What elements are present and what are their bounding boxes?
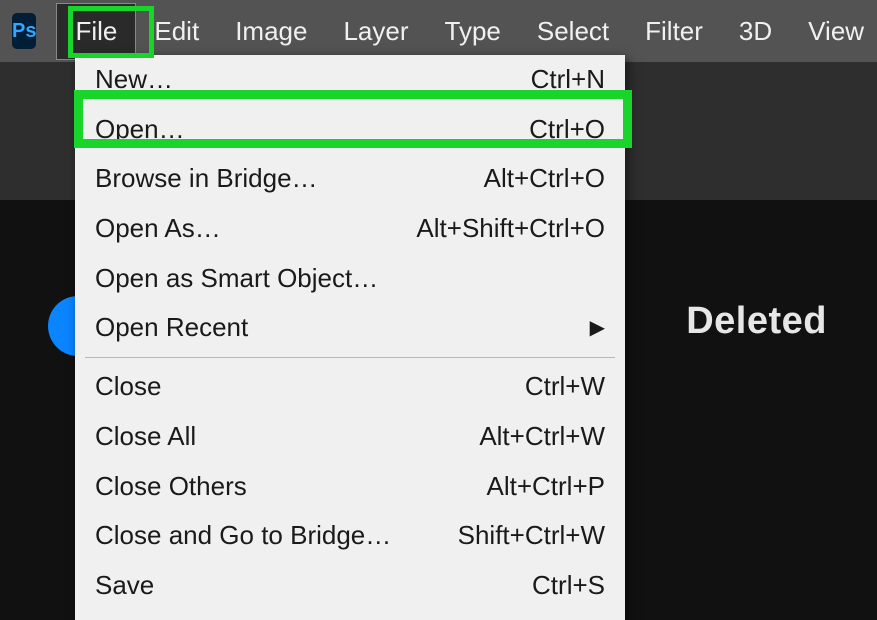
menu-item-shortcut: Ctrl+N [531, 61, 605, 99]
file-menu-close-all[interactable]: Close All Alt+Ctrl+W [75, 412, 625, 462]
menu-item-shortcut: Alt+Shift+Ctrl+O [416, 210, 605, 248]
file-menu-dropdown: New… Ctrl+N Open… Ctrl+O Browse in Bridg… [75, 55, 625, 620]
menu-separator [85, 357, 615, 358]
menu-edit[interactable]: Edit [136, 4, 217, 59]
menu-item-label: Close Others [95, 468, 247, 506]
menu-select[interactable]: Select [519, 4, 627, 59]
menu-item-shortcut: Shift+Ctrl+W [458, 517, 605, 555]
file-menu-close-others[interactable]: Close Others Alt+Ctrl+P [75, 462, 625, 512]
menu-view[interactable]: View [790, 4, 877, 59]
menu-item-shortcut: Alt+Ctrl+P [487, 468, 606, 506]
file-menu-browse-bridge[interactable]: Browse in Bridge… Alt+Ctrl+O [75, 154, 625, 204]
menu-item-label: Open As… [95, 210, 221, 248]
menu-item-label: Open Recent [95, 309, 248, 347]
file-menu-close-go-bridge[interactable]: Close and Go to Bridge… Shift+Ctrl+W [75, 511, 625, 561]
file-menu-new[interactable]: New… Ctrl+N [75, 55, 625, 105]
file-menu-open-as[interactable]: Open As… Alt+Shift+Ctrl+O [75, 204, 625, 254]
menu-item-label: Save [95, 567, 154, 605]
menu-type[interactable]: Type [427, 4, 519, 59]
app-logo: Ps [12, 13, 36, 49]
deleted-heading: Deleted [686, 300, 827, 343]
menu-item-label: Open as Smart Object… [95, 260, 378, 298]
menu-item-label: New… [95, 61, 173, 99]
menu-filter[interactable]: Filter [627, 4, 721, 59]
menu-item-label: Close [95, 368, 161, 406]
menu-item-label: Close and Go to Bridge… [95, 517, 391, 555]
menu-item-shortcut: Ctrl+O [529, 111, 605, 149]
menu-item-label: Save As… [95, 617, 216, 620]
menu-3d[interactable]: 3D [721, 4, 790, 59]
menu-item-label: Close All [95, 418, 196, 456]
menu-file[interactable]: File [56, 3, 136, 60]
file-menu-save[interactable]: Save Ctrl+S [75, 561, 625, 611]
menu-item-shortcut: Alt+Ctrl+W [479, 418, 605, 456]
menu-item-shortcut: Shift+Ctrl+S [465, 617, 605, 620]
menu-item-shortcut: Ctrl+S [532, 567, 605, 605]
menubar: Ps File Edit Image Layer Type Select Fil… [0, 0, 877, 62]
menu-item-shortcut: Alt+Ctrl+O [484, 160, 605, 198]
menu-item-label: Open… [95, 111, 185, 149]
file-menu-close[interactable]: Close Ctrl+W [75, 362, 625, 412]
menu-image[interactable]: Image [217, 4, 325, 59]
submenu-arrow-icon: ▶ [590, 314, 605, 343]
file-menu-open-recent[interactable]: Open Recent ▶ [75, 303, 625, 353]
menu-item-shortcut: Ctrl+W [525, 368, 605, 406]
file-menu-save-as[interactable]: Save As… Shift+Ctrl+S [75, 611, 625, 620]
menu-layer[interactable]: Layer [325, 4, 426, 59]
menu-item-label: Browse in Bridge… [95, 160, 318, 198]
file-menu-open[interactable]: Open… Ctrl+O [75, 105, 625, 155]
file-menu-open-smart-object[interactable]: Open as Smart Object… [75, 254, 625, 304]
